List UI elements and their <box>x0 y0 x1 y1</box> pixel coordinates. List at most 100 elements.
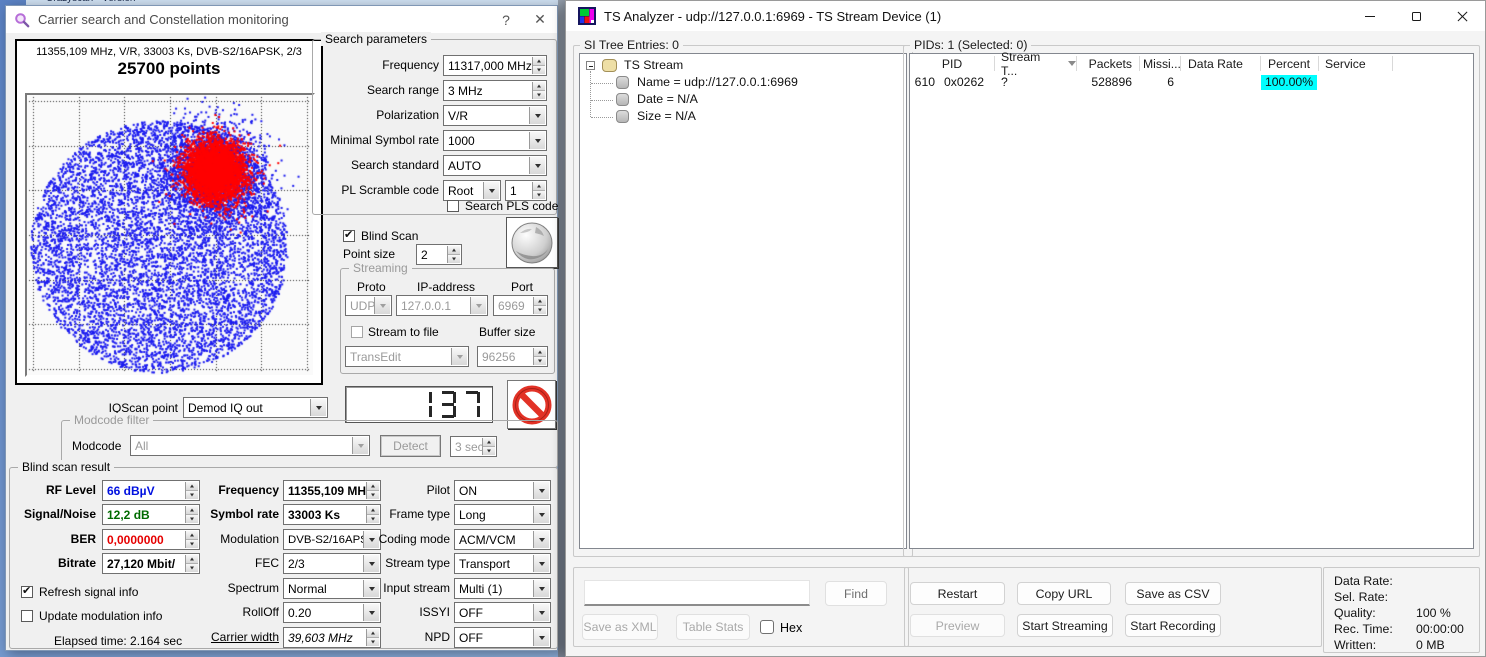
spinner-buttons[interactable] <box>532 182 545 199</box>
column-header-pid[interactable]: PID <box>910 54 994 73</box>
column-header-stream-type[interactable]: Stream T... <box>994 54 1076 73</box>
save-as-xml-button[interactable]: Save as XML <box>582 614 658 640</box>
npd-select[interactable]: OFF <box>454 627 551 648</box>
min-symbol-rate-select[interactable]: 1000 <box>443 130 547 151</box>
column-header-service[interactable]: Service <box>1318 54 1392 73</box>
close-button[interactable] <box>1439 1 1485 31</box>
right-titlebar[interactable]: TS Analyzer - udp://127.0.0.1:6969 - TS … <box>566 1 1485 31</box>
update-modulation-checkbox[interactable] <box>21 610 33 622</box>
tree-item-label: Size = N/A <box>637 109 696 123</box>
coding-mode-select[interactable]: ACM/VCM <box>454 529 551 550</box>
polarization-select[interactable]: V/R <box>443 105 547 126</box>
chevron-down-icon[interactable] <box>533 629 549 646</box>
help-button[interactable]: ? <box>489 6 523 33</box>
stream-type-select[interactable]: Transport <box>454 553 551 574</box>
tree-item[interactable]: Date = N/A <box>580 92 906 108</box>
tree-root-row[interactable]: TS Stream <box>580 58 906 74</box>
buffer-size-spinner[interactable]: 96256 <box>477 346 548 367</box>
detect-interval-spinner[interactable]: 3 sec <box>450 436 497 457</box>
search-range-spinner[interactable]: 3 MHz <box>443 80 547 101</box>
refresh-signal-checkbox[interactable]: ✔ <box>21 586 33 598</box>
spinner-buttons[interactable] <box>447 246 460 263</box>
left-titlebar[interactable]: Carrier search and Constellation monitor… <box>6 6 557 33</box>
pilot-select[interactable]: ON <box>454 480 551 501</box>
sel-rate-label: Sel. Rate: <box>1334 590 1388 604</box>
rec-time-label: Rec. Time: <box>1334 622 1393 636</box>
pl-scramble-code-spinner[interactable]: 1 <box>505 180 547 201</box>
check-icon: ✔ <box>22 584 31 597</box>
start-streaming-button[interactable]: Start Streaming <box>1017 614 1113 637</box>
column-header-missing[interactable]: Missi... <box>1139 54 1180 73</box>
chevron-down-icon[interactable] <box>533 531 549 548</box>
constellation-panel: 11355,109 MHz, V/R, 33003 Ks, DVB-S2/16A… <box>15 39 323 385</box>
file-profile-select[interactable]: TransEdit <box>345 346 469 367</box>
rec-time-value: 00:00:00 <box>1416 622 1464 636</box>
si-tree-view[interactable]: TS Stream Name = udp://127.0.0.1:6969 Da… <box>579 53 907 549</box>
pid-cell: 6100x0262 <box>910 74 994 90</box>
frequency-spinner[interactable]: 11317,000 MHz <box>443 55 547 76</box>
chevron-down-icon[interactable] <box>533 506 549 523</box>
chevron-down-icon[interactable] <box>533 482 549 499</box>
search-range-value: 3 MHz <box>448 84 483 98</box>
table-stats-button[interactable]: Table Stats <box>676 614 750 640</box>
tree-collapse-icon[interactable] <box>586 61 595 70</box>
chevron-down-icon[interactable] <box>310 399 326 416</box>
input-stream-select[interactable]: Multi (1) <box>454 578 551 599</box>
ts-analyzer-icon <box>578 7 596 25</box>
close-button[interactable]: ✕ <box>523 6 557 33</box>
column-header-percent[interactable]: Percent <box>1260 54 1318 73</box>
spinner-buttons[interactable] <box>532 82 545 99</box>
chevron-down-icon[interactable] <box>533 580 549 597</box>
find-button[interactable]: Find <box>825 581 887 606</box>
minimize-icon <box>1365 16 1375 17</box>
copy-url-button[interactable]: Copy URL <box>1017 582 1111 605</box>
search-pls-checkbox[interactable] <box>447 200 459 212</box>
proto-header: Proto <box>357 280 386 294</box>
preview-button[interactable]: Preview <box>910 614 1005 637</box>
carrier-width-label[interactable]: Carrier width <box>100 630 279 644</box>
modcode-select[interactable]: All <box>130 435 370 456</box>
globe-button[interactable] <box>506 217 558 268</box>
restart-button[interactable]: Restart <box>910 582 1005 605</box>
ip-address-select[interactable]: 127.0.0.1 <box>396 295 488 316</box>
chevron-down-icon[interactable] <box>533 555 549 572</box>
frame-type-select[interactable]: Long <box>454 504 551 525</box>
stream-type-label: Stream type <box>310 556 450 570</box>
column-separator <box>1076 56 1077 71</box>
column-header-data-rate[interactable]: Data Rate <box>1180 54 1260 73</box>
minimize-button[interactable] <box>1347 1 1393 31</box>
pl-scramble-mode-value: Root <box>448 184 473 198</box>
spinner-buttons[interactable] <box>532 57 545 74</box>
search-standard-select[interactable]: AUTO <box>443 155 547 176</box>
chevron-down-icon[interactable] <box>529 107 545 124</box>
iqscan-point-select[interactable]: Demod IQ out <box>183 397 328 418</box>
chevron-down-icon[interactable] <box>533 604 549 621</box>
save-as-csv-button[interactable]: Save as CSV <box>1125 582 1221 605</box>
background-window-title: Crazyscan - Version <box>46 0 558 4</box>
pl-scramble-label: PL Scramble code <box>315 183 439 197</box>
point-size-spinner[interactable]: 2 <box>416 244 462 265</box>
blind-scan-checkbox[interactable]: ✔ <box>343 230 355 242</box>
pl-scramble-mode-select[interactable]: Root <box>443 180 501 201</box>
chevron-down-icon[interactable] <box>483 182 499 199</box>
chevron-down-icon[interactable] <box>529 157 545 174</box>
tree-item[interactable]: Size = N/A <box>580 109 906 125</box>
issyi-select[interactable]: OFF <box>454 602 551 623</box>
stream-to-file-checkbox[interactable] <box>351 326 363 338</box>
start-recording-button[interactable]: Start Recording <box>1125 614 1221 637</box>
maximize-button[interactable] <box>1393 1 1439 31</box>
proto-select[interactable]: UDP <box>345 295 392 316</box>
blind-scan-result-group: Blind scan result RF Level 66 dBµV Signa… <box>9 467 558 649</box>
detect-button[interactable]: Detect <box>380 435 441 457</box>
column-header-packets[interactable]: Packets <box>1076 54 1139 73</box>
points-count-label: 25700 points <box>17 59 321 79</box>
tree-item[interactable]: Name = udp://127.0.0.1:6969 <box>580 75 906 91</box>
chevron-down-icon[interactable] <box>529 132 545 149</box>
spectrum-label: Spectrum <box>100 581 279 595</box>
globe-icon <box>510 221 554 265</box>
find-input[interactable] <box>584 580 810 606</box>
hex-checkbox[interactable] <box>760 620 774 634</box>
leaf-icon <box>616 76 629 89</box>
port-spinner[interactable]: 6969 <box>493 295 548 316</box>
proto-value: UDP <box>350 299 375 313</box>
